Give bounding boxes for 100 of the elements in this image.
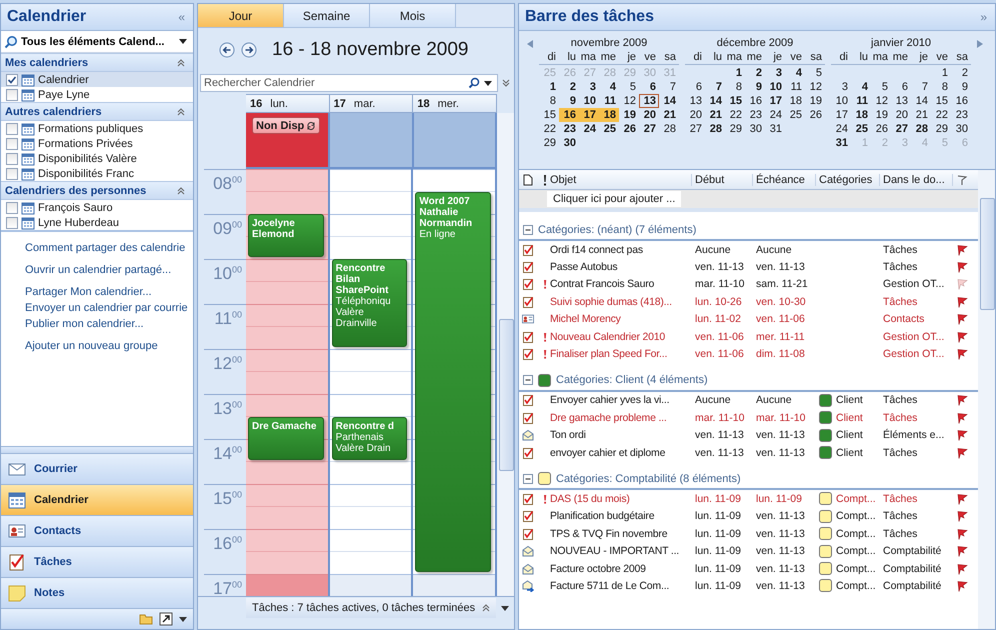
checkbox[interactable] <box>6 138 18 150</box>
task-row[interactable]: Facture octobre 2009 lun. 11-09 ven. 11-13 Compt... Comptabilité <box>519 560 978 578</box>
calendar-item[interactable]: François Sauro <box>1 200 193 215</box>
shortcut-icon[interactable] <box>159 612 173 626</box>
flag-icon[interactable] <box>956 330 968 343</box>
collapse-icon[interactable] <box>523 474 533 484</box>
calendar-item[interactable]: Calendrier <box>1 72 193 87</box>
checkbox[interactable] <box>6 122 18 134</box>
splitter-grip[interactable] <box>1 446 193 453</box>
view-tab[interactable]: Semaine <box>284 4 370 28</box>
flag-outline-icon[interactable] <box>956 174 968 186</box>
appointment[interactable]: Rencontre d Parthenais Valère Drain <box>332 416 408 460</box>
date-cell[interactable]: 29 <box>539 136 559 150</box>
document-icon[interactable] <box>522 174 534 186</box>
date-cell[interactable]: 9 <box>559 94 579 108</box>
tasks-summary-bar[interactable]: Tâches : 7 tâches actives, 0 tâches terminées <box>246 598 496 618</box>
task-row[interactable]: Planification budgétaire lun. 11-09 ven. 11-13 Compt... Tâches <box>519 508 978 526</box>
date-cell[interactable]: 2 <box>559 80 579 94</box>
checkbox[interactable] <box>6 152 18 164</box>
date-cell[interactable]: 29 <box>725 122 745 136</box>
date-cell[interactable]: 8 <box>725 80 745 94</box>
flag-icon[interactable] <box>956 244 968 256</box>
date-cell[interactable]: 18 <box>599 108 619 122</box>
task-row[interactable]: Suivi sophie dumas (418)... lun. 10-26 ven. 10-30 Tâches <box>519 293 978 311</box>
date-cell[interactable]: 13 <box>639 94 659 108</box>
flag-icon[interactable] <box>956 545 968 558</box>
date-cell[interactable]: 27 <box>685 122 705 136</box>
date-cell[interactable]: 26 <box>805 108 825 122</box>
appointment[interactable]: Dre Gamache <box>248 416 324 460</box>
date-cell[interactable]: 25 <box>785 108 805 122</box>
task-row[interactable]: Envoyer cahier yves la vi... Aucune Aucune Client Tâches <box>519 392 978 410</box>
date-cell[interactable]: 28 <box>659 122 679 136</box>
caret-icon[interactable] <box>484 81 492 86</box>
date-cell[interactable]: 28 <box>705 122 725 136</box>
date-cell[interactable]: 21 <box>705 108 725 122</box>
date-cell[interactable]: 16 <box>745 94 765 108</box>
calendar-item[interactable]: Formations Privées <box>1 136 193 151</box>
flag-icon[interactable] <box>956 348 968 360</box>
task-row[interactable]: Ordi f14 connect pas Aucune Aucune Tâches <box>519 241 978 258</box>
link[interactable]: Ouvrir un calendrier partagé... <box>25 264 193 276</box>
date-cell[interactable]: 16 <box>559 108 579 122</box>
date-cell[interactable]: 9 <box>951 80 971 94</box>
date-cell[interactable]: 23 <box>951 108 971 122</box>
date-cell[interactable]: 19 <box>619 108 639 122</box>
date-cell[interactable]: 22 <box>725 108 745 122</box>
link[interactable]: Comment partager des calendrie <box>25 242 193 254</box>
date-cell[interactable]: 1 <box>539 80 559 94</box>
date-cell[interactable]: 23 <box>559 122 579 136</box>
date-cell[interactable]: 7 <box>659 80 679 94</box>
task-row[interactable]: TPS & TVQ Fin novembre lun. 11-09 ven. 11-13 Compt... Tâches <box>519 525 978 542</box>
expand-icon[interactable] <box>502 79 510 87</box>
date-cell[interactable]: 29 <box>931 122 951 136</box>
calendar-item[interactable]: Lyne Huberdeau <box>1 215 193 230</box>
date-cell[interactable]: 24 <box>831 122 851 136</box>
caret-icon[interactable] <box>179 616 187 622</box>
view-tab[interactable]: Jour <box>198 4 284 28</box>
date-cell[interactable]: 7 <box>911 80 931 94</box>
group-header[interactable]: Catégories: (néant) (7 éléments) <box>519 220 978 241</box>
date-cell[interactable]: 5 <box>871 80 891 94</box>
date-cell[interactable]: 15 <box>539 108 559 122</box>
calendar-item[interactable]: Disponibilités Valère <box>1 151 193 166</box>
date-cell[interactable]: 31 <box>765 122 785 136</box>
day-header[interactable]: 17 mar. <box>330 94 414 113</box>
checkbox[interactable] <box>6 74 18 86</box>
date-cell[interactable]: 10 <box>765 80 785 94</box>
search-field[interactable]: Rechercher Calendrier <box>200 74 498 92</box>
date-cell[interactable]: 31 <box>831 136 851 150</box>
date-cell[interactable]: 3 <box>579 80 599 94</box>
date-cell[interactable]: 27 <box>891 122 911 136</box>
flag-icon[interactable] <box>956 296 968 308</box>
navigation-button[interactable]: Contacts <box>1 515 193 546</box>
date-cell[interactable]: 22 <box>539 122 559 136</box>
date-cell[interactable]: 11 <box>599 94 619 108</box>
day-header[interactable]: 16 lun. <box>246 94 330 113</box>
flag-icon[interactable] <box>956 562 968 575</box>
view-tab[interactable]: Mois <box>370 4 456 28</box>
date-cell[interactable]: 30 <box>559 136 579 150</box>
calendar-item[interactable]: Disponibilités Franc <box>1 166 193 181</box>
appointment[interactable]: Rencontre Bilan SharePoint Téléphoniqu Valère Drainville <box>332 259 408 347</box>
date-cell[interactable]: 1 <box>725 66 745 80</box>
checkbox[interactable] <box>6 88 18 100</box>
date-cell[interactable]: 6 <box>891 80 911 94</box>
checkbox[interactable] <box>6 216 18 228</box>
task-row[interactable]: Dre gamache probleme ... mar. 11-10 mar. 11-10 Client Tâches <box>519 409 978 427</box>
date-cell[interactable]: 13 <box>891 94 911 108</box>
date-cell[interactable]: 4 <box>851 80 871 94</box>
link[interactable]: Envoyer un calendrier par courrie <box>25 302 193 314</box>
column-header[interactable]: Catégories <box>819 174 880 186</box>
date-cell[interactable]: 9 <box>745 80 765 94</box>
date-cell[interactable]: 4 <box>785 66 805 80</box>
flag-icon[interactable] <box>956 492 968 505</box>
previous-month-icon[interactable] <box>527 40 533 48</box>
date-cell[interactable]: 27 <box>639 122 659 136</box>
date-cell[interactable]: 21 <box>911 108 931 122</box>
column-header[interactable]: Échéance <box>756 174 816 186</box>
date-cell[interactable]: 17 <box>765 94 785 108</box>
task-row[interactable]: envoyer cahier et diplome ven. 11-13 ven. 11-13 Client Tâches <box>519 444 978 462</box>
flag-icon[interactable] <box>956 261 968 274</box>
date-cell[interactable]: 14 <box>705 94 725 108</box>
flag-icon[interactable] <box>956 429 968 442</box>
